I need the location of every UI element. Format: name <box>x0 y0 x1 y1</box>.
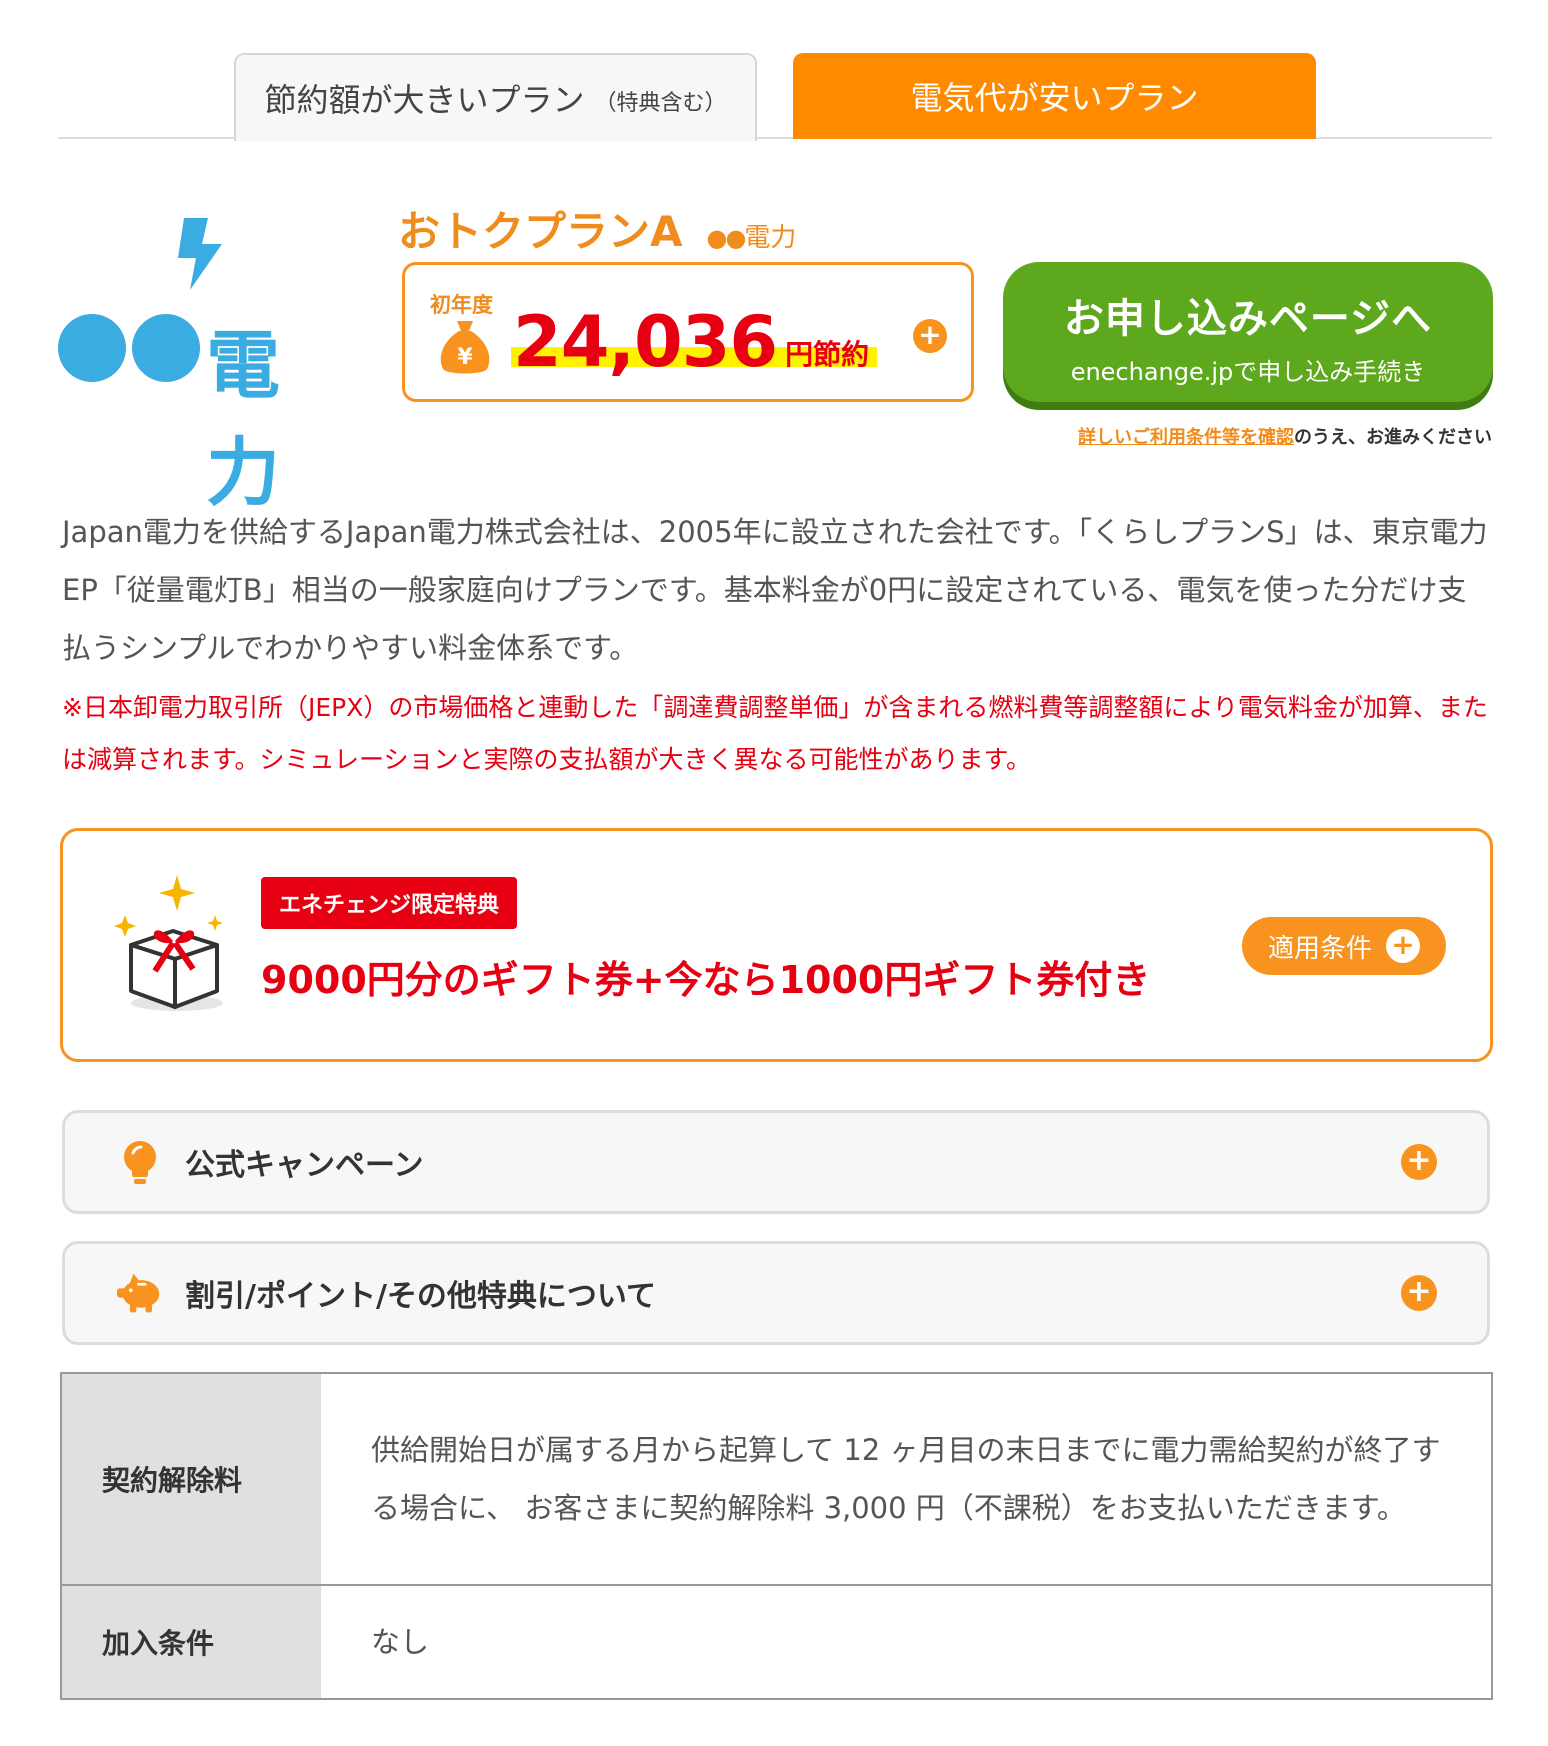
lightbulb-icon <box>124 1141 156 1184</box>
plus-icon: + <box>1386 929 1420 963</box>
plan-info-table: 契約解除料 供給開始日が属する月から起算して 12 ヶ月目の末日までに電力需給契… <box>60 1372 1493 1700</box>
apply-button[interactable]: お申し込みページへ enechange.jpで申し込み手続き <box>1003 262 1493 402</box>
conditions-button[interactable]: 適用条件 + <box>1242 917 1446 975</box>
plus-circle-icon[interactable]: + <box>1401 1275 1437 1311</box>
terms-note: 詳しいご利用条件等を確認のうえ、お進みください <box>1078 423 1492 449</box>
table-row: 契約解除料 供給開始日が属する月から起算して 12 ヶ月目の末日までに電力需給契… <box>61 1373 1492 1586</box>
logo-text: 電力 <box>206 323 282 516</box>
plan-title: おトクプランA ●●電力 <box>398 198 796 259</box>
tab-savings-plan[interactable]: 節約額が大きいプラン （特典含む） <box>234 53 757 141</box>
svg-text:¥: ¥ <box>457 345 473 370</box>
plus-circle-icon[interactable]: + <box>1401 1144 1437 1180</box>
conditions-label: 適用条件 <box>1267 933 1372 964</box>
terms-link[interactable]: 詳しいご利用条件等を確認 <box>1078 427 1294 448</box>
market-price-warning: ※日本卸電力取引所（JEPX）の市場価格と連動した「調達費調整単価」が含まれる燃… <box>62 693 1488 774</box>
accordion-official-campaign[interactable]: 公式キャンペーン + <box>62 1110 1490 1214</box>
savings-box[interactable]: 初年度 ¥ 24,036 円節約 + <box>402 262 974 402</box>
tab-cheap-label: 電気代が安いプラン <box>910 79 1199 117</box>
piggy-bank-icon <box>117 1273 160 1313</box>
savings-period: 初年度 <box>430 293 493 317</box>
benefit-tag: エネチェンジ限定特典 <box>261 877 518 929</box>
table-cell-cancellation-fee: 供給開始日が属する月から起算して 12 ヶ月目の末日までに電力需給契約が終了する… <box>321 1373 1492 1586</box>
apply-subtitle: enechange.jpで申し込み手続き <box>1070 358 1426 386</box>
accordion-label: 公式キャンペーン <box>185 1148 424 1183</box>
table-header-eligibility: 加入条件 <box>61 1585 321 1700</box>
plan-tabs: 節約額が大きいプラン （特典含む） 電気代が安いプラン <box>58 53 1492 141</box>
lightning-bolt-icon <box>178 218 222 290</box>
benefit-box: エネチェンジ限定特典 9000円分のギフト券+今なら1000円ギフト券付き 適用… <box>60 828 1493 1062</box>
savings-amount-wrap: 24,036 円節約 <box>511 297 878 383</box>
savings-amount: 24,036 <box>513 301 778 383</box>
provider-logo: 電力 <box>58 218 348 516</box>
savings-unit: 円節約 <box>785 338 870 371</box>
terms-suffix: のうえ、お進みください <box>1294 427 1492 448</box>
plan-provider: ●●電力 <box>706 223 797 253</box>
plan-description: Japan電力を供給するJapan電力株式会社は、2005年に設立された会社です… <box>62 515 1488 665</box>
accordion-discounts[interactable]: 割引/ポイント/その他特典について + <box>62 1241 1490 1345</box>
tab-savings-note: （特典含む） <box>594 91 727 116</box>
apply-title: お申し込みページへ <box>1063 296 1433 342</box>
table-header-cancellation-fee: 契約解除料 <box>61 1373 321 1586</box>
plan-name: おトクプランA <box>398 207 683 256</box>
benefit-text: 9000円分のギフト券+今なら1000円ギフト券付き <box>261 958 1151 1002</box>
plus-circle-icon[interactable]: + <box>913 319 947 353</box>
gift-box-icon <box>114 875 223 1011</box>
logo-dots <box>58 314 200 382</box>
table-row: 加入条件 なし <box>61 1585 1492 1700</box>
tab-cheap-plan[interactable]: 電気代が安いプラン <box>793 53 1316 139</box>
tab-savings-label: 節約額が大きいプラン <box>264 81 585 119</box>
table-cell-eligibility: なし <box>321 1585 1492 1700</box>
money-bag-icon: ¥ <box>440 321 490 374</box>
accordion-label: 割引/ポイント/その他特典について <box>185 1279 657 1314</box>
